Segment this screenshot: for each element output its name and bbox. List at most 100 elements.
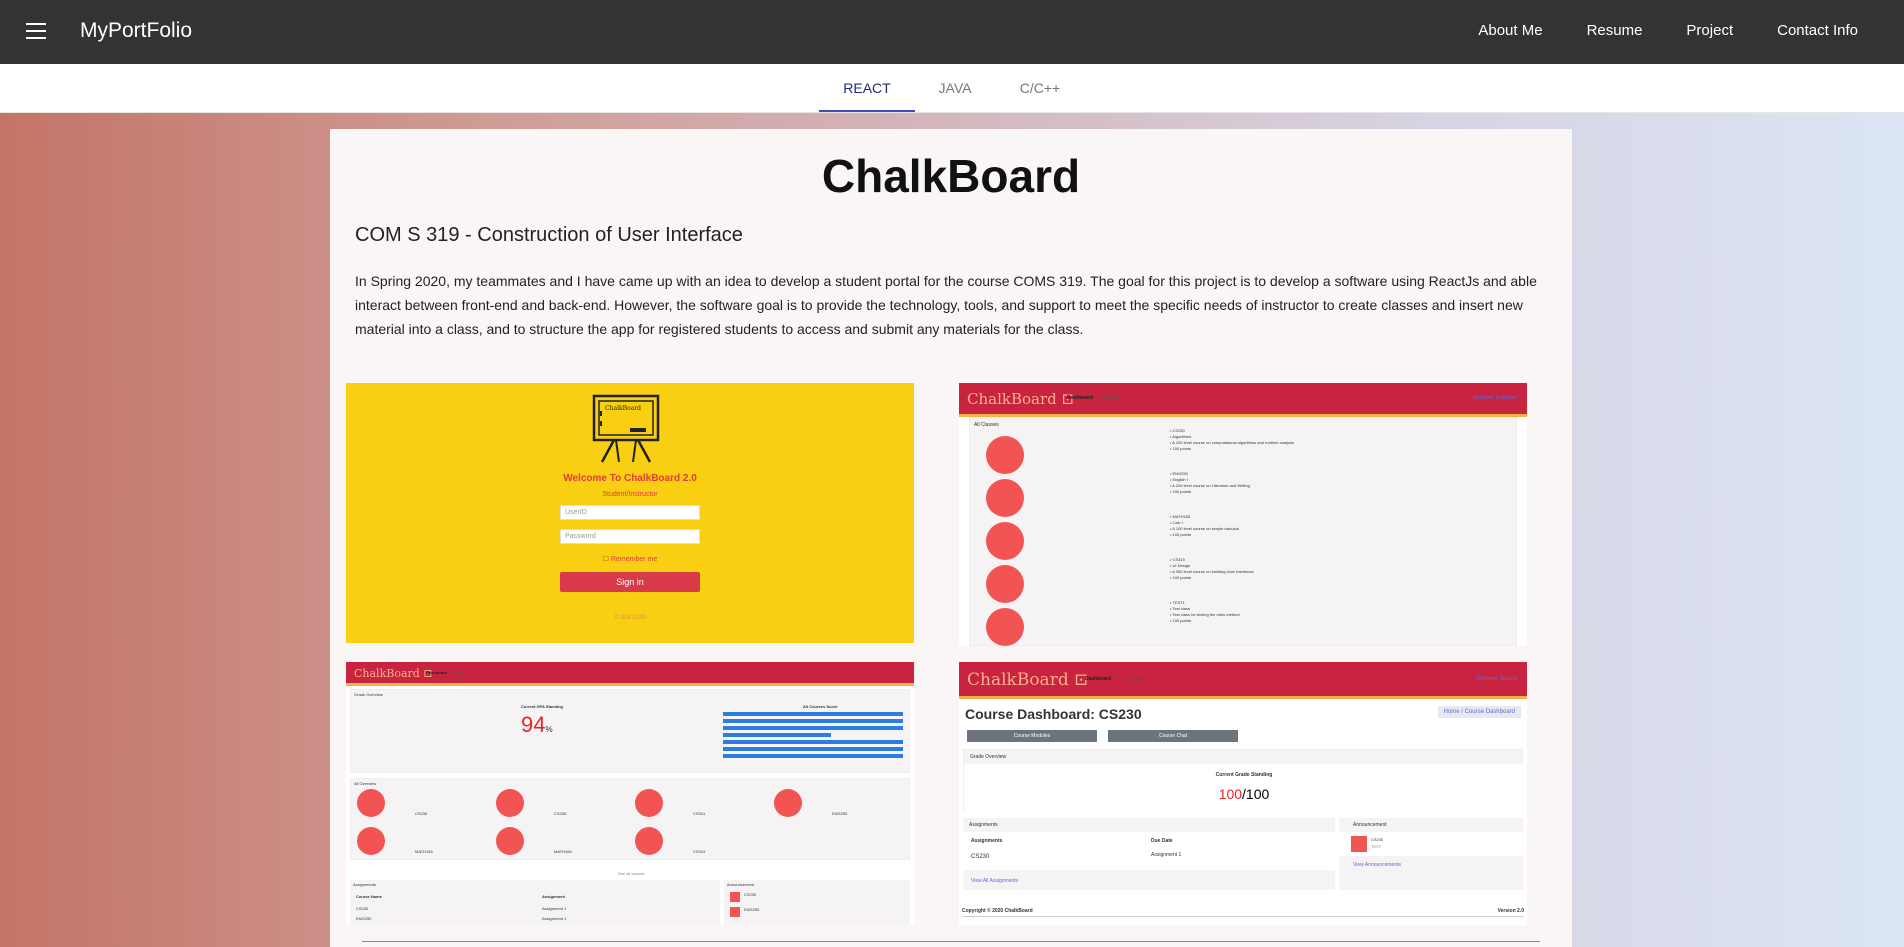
tab-cpp[interactable]: C/C++ xyxy=(995,64,1085,112)
row-course: ENG250 xyxy=(356,916,372,921)
chalkboard-logo: ChalkBoard ⊡ xyxy=(967,390,1075,408)
see-all-classes-link[interactable]: See all classes xyxy=(618,871,645,877)
all-courses-label: All Courses Score xyxy=(803,704,838,709)
course-avatar[interactable] xyxy=(357,827,385,855)
chalkboard-header: ChalkBoard ⊡ Dashboard Classes Welcome, … xyxy=(959,383,1527,417)
password-field[interactable]: Password xyxy=(560,529,700,544)
announcement-title: Announcement xyxy=(727,882,754,887)
userid-field[interactable]: UserID xyxy=(560,505,700,520)
tab-java[interactable]: JAVA xyxy=(915,64,995,112)
nav-link-contact[interactable]: Contact Info xyxy=(1777,22,1858,39)
assignments-title: Assignments xyxy=(353,882,376,887)
gpa-label: Current GPA Standing xyxy=(521,704,563,709)
col-course: Course Name xyxy=(356,894,382,899)
class-info: • CS319 • UI Design • A 300 level course o… xyxy=(1170,557,1254,580)
announcement-title: Announcement xyxy=(1353,822,1387,828)
score-bar xyxy=(723,754,903,758)
announcement-panel: Announcement CS230 ENG250 xyxy=(724,880,910,925)
nav-classes[interactable]: Classes xyxy=(450,670,464,675)
course-heading: Course Dashboard: CS230 xyxy=(965,706,1142,722)
footer-copyright: Copyright © 2020 ChalkBoard xyxy=(962,908,1033,914)
class-info: • CS230 • Algorithms • A 200 level course … xyxy=(1170,428,1294,451)
screenshot-student-dashboard: ChalkBoard ⊡ Dashboard Classes Grade Ove… xyxy=(346,662,914,925)
signin-button[interactable]: Sign in xyxy=(560,572,700,592)
header-welcome[interactable]: Welcome, Student xyxy=(1476,676,1517,682)
score-bar xyxy=(723,740,903,744)
class-avatar[interactable] xyxy=(986,608,1024,646)
course-avatar[interactable] xyxy=(496,827,524,855)
nav-dashboard[interactable]: Dashboard xyxy=(1067,395,1093,401)
class-avatar[interactable] xyxy=(986,522,1024,560)
chalkboard-easel-icon: ChalkBoard xyxy=(592,394,660,463)
course-label: MATH165 xyxy=(415,849,433,854)
course-chat-button[interactable]: Course Chat xyxy=(1108,730,1238,742)
chalkboard-header: ChalkBoard ⊡ Dashboard Classes xyxy=(346,662,914,686)
grade-card: Current Grade Standing 100/100 xyxy=(964,764,1524,812)
chalkboard-logo: ChalkBoard ⊡ xyxy=(967,670,1089,690)
row-assignment: Assignment 1 xyxy=(542,916,567,921)
score-bar xyxy=(723,712,903,716)
course-avatar[interactable] xyxy=(774,789,802,817)
course-label: CS330 xyxy=(554,811,567,816)
nav-links: About Me Resume Project Contact Info xyxy=(1434,22,1858,39)
screenshot-login: ChalkBoard Welcome To ChalkBoard 2.0 Stu… xyxy=(346,383,914,643)
announcement-item-title: CS230 xyxy=(1371,837,1384,842)
course-label: CS230 xyxy=(415,811,428,816)
tab-react[interactable]: REACT xyxy=(819,64,915,112)
all-classes-panel: All Classes • CS230 • Algorithms • A 200 l… xyxy=(969,417,1517,646)
announcement-avatar xyxy=(730,892,740,902)
panel-title: All Classes xyxy=(974,422,999,428)
row-assignment: Assignment 1 xyxy=(542,906,567,911)
nav-classes[interactable]: Classes xyxy=(1127,676,1145,682)
project-description: In Spring 2020, my teammates and I have … xyxy=(355,273,1537,337)
section-divider xyxy=(362,941,1540,942)
col-assignment: Assignment xyxy=(542,894,565,899)
course-label: CS331 xyxy=(693,811,706,816)
header-welcome[interactable]: Welcome, Instructor xyxy=(1473,395,1517,401)
course-modules-button[interactable]: Course Modules xyxy=(967,730,1097,742)
score-bar xyxy=(723,747,903,751)
course-label: ENG250 xyxy=(832,811,848,816)
brand-title[interactable]: MyPortFolio xyxy=(80,19,192,43)
course-avatar[interactable] xyxy=(635,827,663,855)
view-announcements-link[interactable]: View Announcements xyxy=(1353,862,1401,868)
screenshot-all-classes: ChalkBoard ⊡ Dashboard Classes Welcome, … xyxy=(959,383,1527,646)
grade-overview-title: Grade Overview xyxy=(354,692,383,697)
course-label: MATH166 xyxy=(554,849,572,854)
col-assignments: Assignments xyxy=(971,838,1003,844)
class-avatar[interactable] xyxy=(986,565,1024,603)
project-title: ChalkBoard xyxy=(821,150,1081,202)
class-avatar[interactable] xyxy=(986,436,1024,474)
course-avatar[interactable] xyxy=(496,789,524,817)
top-navbar: MyPortFolio About Me Resume Project Cont… xyxy=(0,0,1904,64)
svg-text:ChalkBoard: ChalkBoard xyxy=(605,405,641,412)
nav-classes[interactable]: Classes xyxy=(1101,395,1119,401)
nav-dashboard[interactable]: Dashboard xyxy=(426,670,447,675)
announcement-avatar xyxy=(730,907,740,917)
language-tabs: REACT JAVA C/C++ xyxy=(0,64,1904,113)
grade-overview-panel: Grade Overview Current GPA Standing 94% … xyxy=(350,689,910,773)
course-avatar[interactable] xyxy=(357,789,385,817)
grade-overview-title: Grade Overview xyxy=(970,754,1007,760)
nav-link-project[interactable]: Project xyxy=(1686,22,1733,39)
class-info: • ENG250 • English I • A 200 level course … xyxy=(1170,471,1250,494)
view-all-assignments-link[interactable]: View All Assignments xyxy=(971,878,1018,884)
class-info: • MATH165 • Calc I • A 100 level course on… xyxy=(1170,514,1239,537)
assignments-title: Assignments xyxy=(969,822,998,828)
nav-dashboard[interactable]: Dashboard xyxy=(1085,676,1111,682)
breadcrumb[interactable]: Home / Course Dashboard xyxy=(1437,706,1521,718)
course-avatar[interactable] xyxy=(635,789,663,817)
menu-icon[interactable] xyxy=(26,23,46,39)
remember-checkbox[interactable]: ☐ Remember me xyxy=(346,555,914,563)
class-info: • TEST1 • Test class • Test class for test… xyxy=(1170,600,1240,623)
course-label: CS319 xyxy=(693,849,706,854)
announcement-item: CS230 TEST xyxy=(1339,832,1523,856)
nav-link-about[interactable]: About Me xyxy=(1478,22,1542,39)
all-overview-title: All Overview xyxy=(354,781,377,786)
grade-overview-panel: Grade Overview Current Grade Standing 10… xyxy=(963,749,1524,812)
nav-link-resume[interactable]: Resume xyxy=(1587,22,1643,39)
screenshot-course-dashboard: ChalkBoard ⊡ Dashboard Classes Welcome, … xyxy=(959,662,1527,925)
announcement-item-text: TEST xyxy=(1371,844,1382,849)
class-avatar[interactable] xyxy=(986,479,1024,517)
grade-score: 100/100 xyxy=(1218,786,1270,802)
